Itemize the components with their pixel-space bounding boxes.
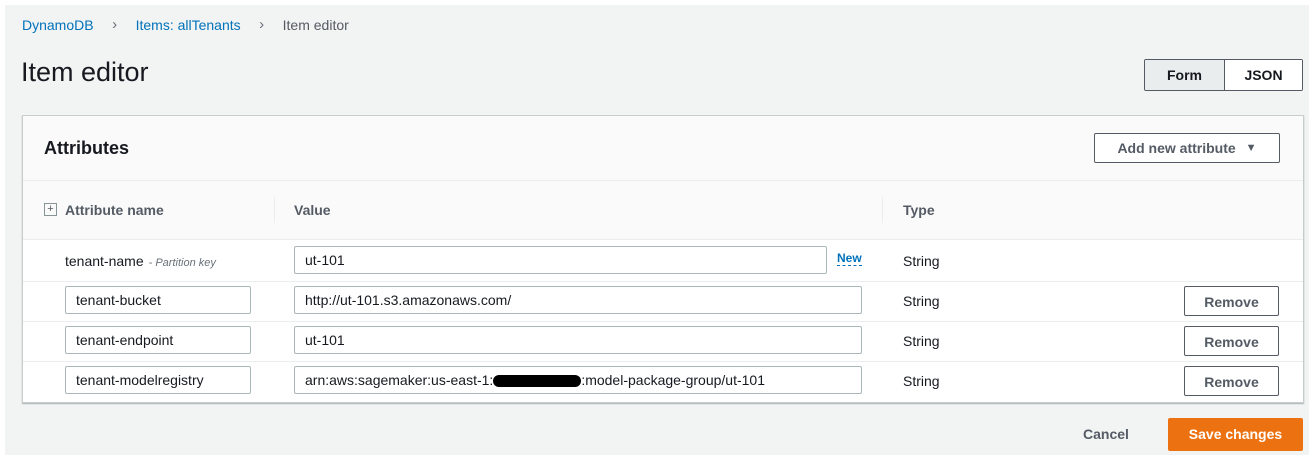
attribute-type: String — [903, 253, 940, 269]
add-new-attribute-button[interactable]: Add new attribute ▼ — [1094, 133, 1280, 163]
column-header-type: Type — [903, 202, 935, 218]
caret-down-icon: ▼ — [1245, 142, 1257, 154]
attribute-value-field[interactable]: arn:aws:sagemaker:us-east-1: :model-packa… — [294, 366, 862, 394]
partition-key-label: - Partition key — [148, 257, 216, 269]
value-prefix: arn:aws:sagemaker:us-east-1: — [305, 372, 494, 388]
breadcrumb-current: Item editor — [282, 16, 349, 33]
add-new-attribute-label: Add new attribute — [1117, 140, 1236, 156]
column-divider — [882, 197, 883, 223]
breadcrumb-items-alltenants[interactable]: Items: allTenants — [136, 17, 241, 33]
attribute-type: String — [903, 373, 940, 389]
chevron-right-icon: › — [112, 16, 118, 33]
table-header: + Attribute name Value Type — [23, 181, 1303, 240]
table-row: String Remove — [23, 281, 1303, 322]
remove-button[interactable]: Remove — [1184, 286, 1279, 316]
remove-button[interactable]: Remove — [1184, 326, 1279, 356]
attribute-name-static: tenant-name - Partition key — [65, 253, 216, 269]
save-changes-button[interactable]: Save changes — [1168, 418, 1303, 451]
column-divider — [274, 197, 275, 223]
mode-toggle: Form JSON — [1144, 59, 1303, 91]
table-row: tenant-name - Partition key New String — [23, 241, 1303, 282]
breadcrumb: DynamoDB › Items: allTenants › Item edit… — [22, 16, 349, 33]
table-row: arn:aws:sagemaker:us-east-1: :model-packa… — [23, 361, 1303, 401]
breadcrumb-dynamodb[interactable]: DynamoDB — [22, 17, 94, 33]
form-mode-button[interactable]: Form — [1145, 60, 1225, 90]
attribute-type: String — [903, 293, 940, 309]
panel-header: Attributes Add new attribute ▼ — [23, 116, 1303, 181]
redacted-account-id — [493, 375, 582, 388]
column-header-attribute-name: Attribute name — [65, 202, 164, 218]
attribute-name-input[interactable] — [65, 326, 251, 354]
value-suffix: :model-package-group/ut-101 — [581, 372, 765, 388]
chevron-right-icon: › — [259, 16, 265, 33]
attributes-panel: Attributes Add new attribute ▼ + Attribu… — [22, 115, 1304, 403]
attribute-name-input[interactable] — [65, 286, 251, 314]
attribute-name-text: tenant-name — [65, 253, 144, 269]
page-title: Item editor — [21, 57, 149, 87]
new-link[interactable]: New — [837, 251, 862, 266]
cancel-button[interactable]: Cancel — [1083, 426, 1129, 442]
page: DynamoDB › Items: allTenants › Item edit… — [5, 5, 1309, 455]
column-header-value: Value — [294, 202, 331, 218]
attribute-value-input[interactable] — [294, 246, 827, 274]
remove-button[interactable]: Remove — [1184, 366, 1279, 396]
attribute-type: String — [903, 333, 940, 349]
table-row: String Remove — [23, 321, 1303, 362]
attribute-value-input[interactable] — [294, 286, 862, 314]
attribute-name-input[interactable] — [65, 366, 251, 394]
plus-square-icon[interactable]: + — [44, 203, 57, 216]
panel-title: Attributes — [44, 138, 129, 158]
attribute-value-input[interactable] — [294, 326, 862, 354]
json-mode-button[interactable]: JSON — [1225, 60, 1302, 90]
